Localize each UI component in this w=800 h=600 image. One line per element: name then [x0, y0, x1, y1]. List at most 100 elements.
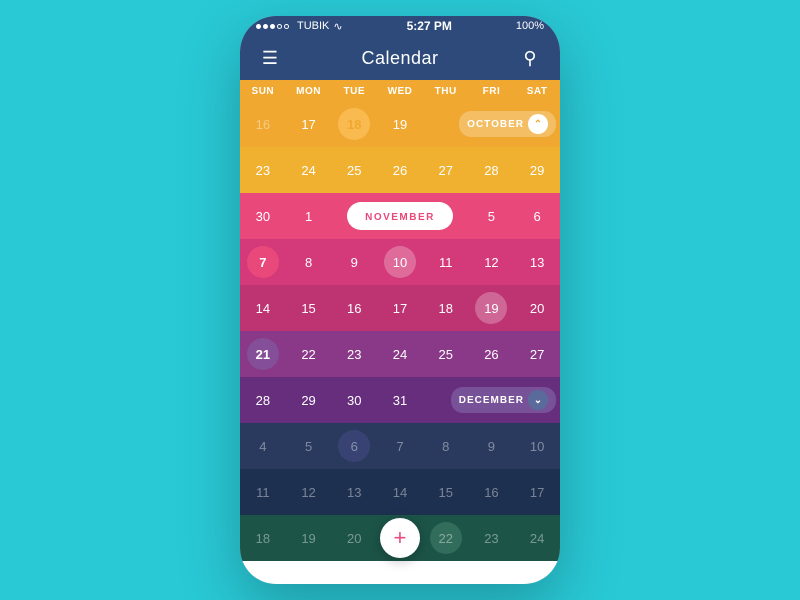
date-number: 10: [530, 439, 544, 454]
cell-dec6[interactable]: 6: [331, 423, 377, 469]
cell-26b[interactable]: 26: [469, 331, 515, 377]
october-label: OCTOBER: [467, 119, 524, 130]
cell-5a[interactable]: 5: [469, 193, 515, 239]
cell-25[interactable]: 25: [331, 147, 377, 193]
cell-29[interactable]: 29: [286, 377, 332, 423]
cell-28[interactable]: 28: [240, 377, 286, 423]
cell-6a[interactable]: 6: [514, 193, 560, 239]
cell-dec15[interactable]: 15: [423, 469, 469, 515]
week-row-4: 7 8 9 10 11 12 13: [240, 239, 560, 285]
date-number: 14: [393, 485, 407, 500]
cell-dec17[interactable]: 17: [514, 469, 560, 515]
date-number: 22: [438, 531, 452, 546]
cell-12[interactable]: 12: [469, 239, 515, 285]
cell-27[interactable]: 27: [423, 147, 469, 193]
cell-13[interactable]: 13: [514, 239, 560, 285]
date-number: 11: [256, 485, 270, 500]
cell-dec20[interactable]: 20: [331, 515, 377, 561]
november-label-area: NOVEMBER: [331, 193, 468, 239]
date-number: 19: [484, 301, 498, 316]
date-number: 31: [393, 393, 407, 408]
cell-21[interactable]: 21: [240, 331, 286, 377]
cell-dec12[interactable]: 12: [286, 469, 332, 515]
cell-7[interactable]: 7: [240, 239, 286, 285]
cell-dec23[interactable]: 23: [469, 515, 515, 561]
october-chevron-up[interactable]: ⌃: [528, 114, 548, 134]
cell-16[interactable]: 16: [331, 285, 377, 331]
cell-dec19[interactable]: 19: [286, 515, 332, 561]
cell-14[interactable]: 14: [240, 285, 286, 331]
cell-30a[interactable]: 30: [240, 193, 286, 239]
cell-27b[interactable]: 27: [514, 331, 560, 377]
date-number: 17: [393, 301, 407, 316]
cell-oct17[interactable]: 17: [286, 101, 332, 147]
cell-dec5[interactable]: 5: [286, 423, 332, 469]
cell-dec13[interactable]: 13: [331, 469, 377, 515]
cell-29[interactable]: 29: [514, 147, 560, 193]
date-number: 23: [484, 531, 498, 546]
cell-dec8[interactable]: 8: [423, 423, 469, 469]
cell-31[interactable]: 31: [377, 377, 423, 423]
date-number: 5: [305, 439, 312, 454]
october-pill[interactable]: OCTOBER ⌃: [459, 111, 556, 137]
cell-oct16[interactable]: 16: [240, 101, 286, 147]
cell-dec14[interactable]: 14: [377, 469, 423, 515]
cell-11[interactable]: 11: [423, 239, 469, 285]
december-pill[interactable]: DECEMBER ⌄: [451, 387, 556, 413]
cell-15[interactable]: 15: [286, 285, 332, 331]
cell-25b[interactable]: 25: [423, 331, 469, 377]
date-number: 19: [393, 117, 407, 132]
date-number: 27: [438, 163, 452, 178]
cell-dec10[interactable]: 10: [514, 423, 560, 469]
cell-oct18[interactable]: 18: [331, 101, 377, 147]
cell-oct19[interactable]: 19: [377, 101, 423, 147]
cell-dec21-fab: +: [377, 515, 423, 561]
date-number: 7: [396, 439, 403, 454]
status-left: TUBIK ∿: [256, 20, 343, 33]
cell-23[interactable]: 23: [240, 147, 286, 193]
fab-button[interactable]: +: [380, 518, 420, 558]
date-number: 24: [393, 347, 407, 362]
cell-dec11[interactable]: 11: [240, 469, 286, 515]
december-chevron-down[interactable]: ⌄: [528, 390, 548, 410]
date-number: 16: [484, 485, 498, 500]
cell-dec18[interactable]: 18: [240, 515, 286, 561]
cell-24[interactable]: 24: [286, 147, 332, 193]
cell-1[interactable]: 1: [286, 193, 332, 239]
cell-20[interactable]: 20: [514, 285, 560, 331]
date-number: 28: [484, 163, 498, 178]
cell-dec22[interactable]: 22: [423, 515, 469, 561]
cell-dec4[interactable]: 4: [240, 423, 286, 469]
december-label-area: DECEMBER ⌄: [423, 377, 560, 423]
cell-dec24[interactable]: 24: [514, 515, 560, 561]
date-number: 9: [351, 255, 358, 270]
week-row-3: 30 1 NOVEMBER 5 6: [240, 193, 560, 239]
cell-18[interactable]: 18: [423, 285, 469, 331]
week-row-2: 23 24 25 26 27 28 29: [240, 147, 560, 193]
cell-dec16[interactable]: 16: [469, 469, 515, 515]
calendar-body: 16 17 18 19 OCTOBER ⌃: [240, 101, 560, 584]
cell-22[interactable]: 22: [286, 331, 332, 377]
cell-19[interactable]: 19: [469, 285, 515, 331]
menu-icon[interactable]: ☰: [256, 48, 284, 69]
date-number: 15: [301, 301, 315, 316]
day-mon: MON: [286, 86, 332, 97]
cell-dec7[interactable]: 7: [377, 423, 423, 469]
search-icon[interactable]: ⚲: [516, 48, 544, 69]
date-number: 12: [484, 255, 498, 270]
cell-23b[interactable]: 23: [331, 331, 377, 377]
cell-9[interactable]: 9: [331, 239, 377, 285]
cell-30b[interactable]: 30: [331, 377, 377, 423]
week-row-9: 11 12 13 14 15 16 17: [240, 469, 560, 515]
cell-28[interactable]: 28: [469, 147, 515, 193]
november-pill[interactable]: NOVEMBER: [347, 202, 453, 230]
cell-24b[interactable]: 24: [377, 331, 423, 377]
cell-26[interactable]: 26: [377, 147, 423, 193]
cell-17[interactable]: 17: [377, 285, 423, 331]
cell-dec9[interactable]: 9: [469, 423, 515, 469]
date-number: 9: [488, 439, 495, 454]
cell-10[interactable]: 10: [377, 239, 423, 285]
date-number: 8: [442, 439, 449, 454]
date-number: 13: [530, 255, 544, 270]
cell-8[interactable]: 8: [286, 239, 332, 285]
